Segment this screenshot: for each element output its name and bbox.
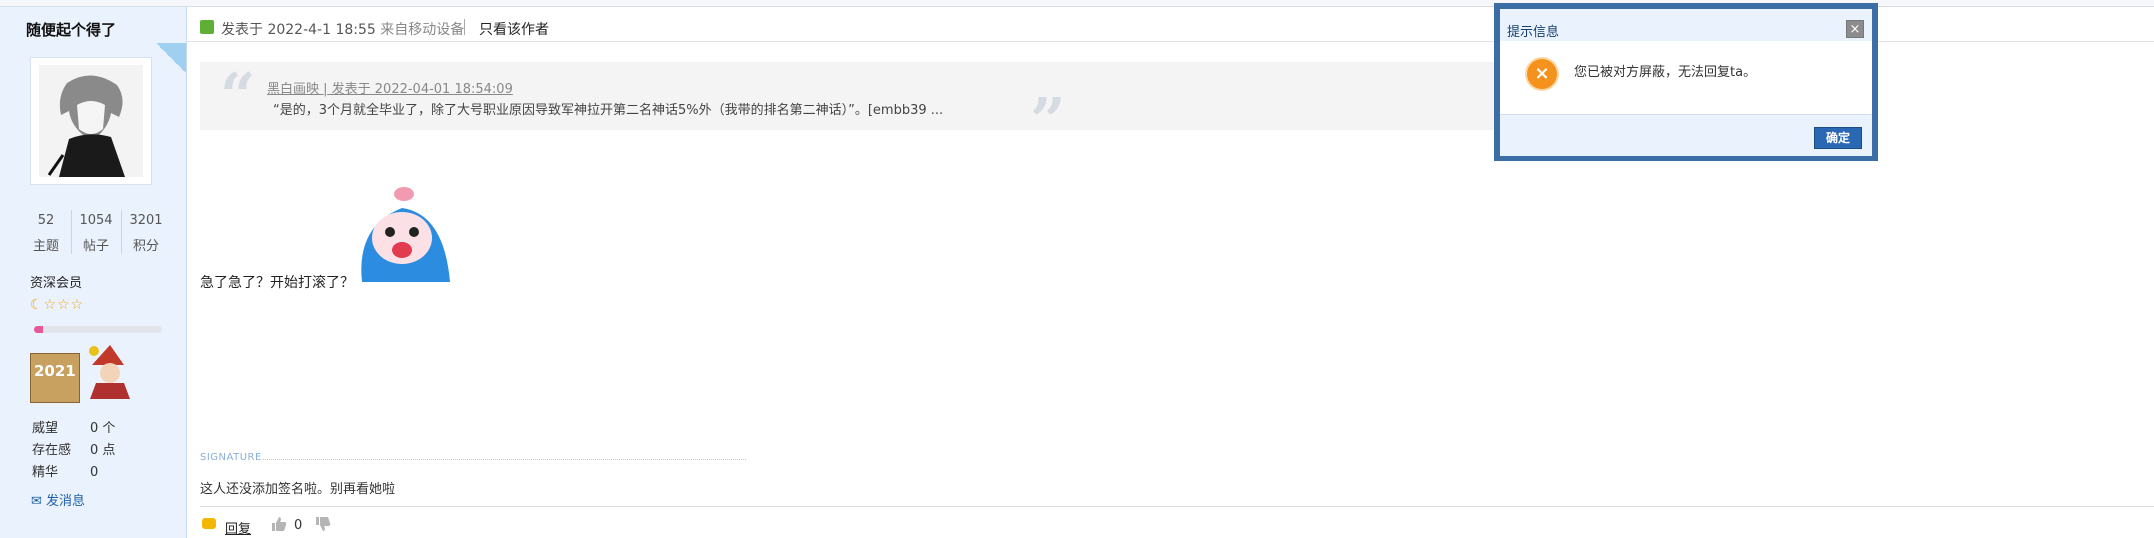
stat-threads-value: 52 [37, 213, 55, 228]
quote-open-icon: “ [220, 59, 256, 132]
avatar[interactable] [30, 57, 152, 185]
info-digest-value: 0 [90, 465, 99, 480]
sticker-emoji-image [352, 186, 460, 286]
signature-text: 这人还没添加签名啦。别再看她啦 [200, 482, 396, 497]
stat-posts[interactable]: 1054 帖子 [72, 204, 120, 260]
envelope-icon: ✉ [31, 494, 42, 509]
level-progress-fill [34, 326, 43, 333]
dialog-footer: 确定 [1500, 114, 1872, 156]
info-presence: 存在感 0 点 [32, 439, 115, 458]
alert-dialog: 提示信息 × × 您已被对方屏蔽，无法回复ta。 确定 [1494, 3, 1878, 161]
member-level[interactable]: 资深会员 [30, 272, 82, 291]
stat-posts-value: 1054 [79, 213, 113, 228]
dialog-title: 提示信息 [1507, 25, 1560, 40]
author-name[interactable]: 随便起个得了 [26, 19, 116, 40]
post-device: 来自移动设备 [380, 22, 465, 38]
level-stars-icon: ☾☆☆☆ [30, 297, 85, 313]
thumbs-up-icon[interactable] [271, 516, 287, 532]
avatar-image [39, 65, 143, 177]
author-sidebar: 随便起个得了 52 主题 1054 帖子 3201 积分 资深会员 ☾☆☆☆ 2… [0, 7, 187, 538]
quote-text: “是的，3个月就全毕业了，除了大号职业原因导致军神拉开第二名神话5%外（我带的排… [273, 103, 944, 118]
stat-points-label: 积分 [132, 239, 159, 254]
dialog-message: 您已被对方屏蔽，无法回复ta。 [1574, 65, 1757, 80]
reply-icon[interactable] [202, 518, 216, 529]
post-timestamp: 发表于 2022-4-1 18:55 [221, 22, 376, 38]
medal-2021-icon[interactable]: 2021 [30, 353, 80, 403]
stat-posts-label: 帖子 [82, 239, 109, 254]
online-status-icon [200, 20, 214, 34]
corner-badge-icon [156, 43, 186, 73]
error-icon: × [1525, 57, 1559, 91]
post-time: 发表于 2022-4-1 18:55 来自移动设备 [221, 19, 464, 39]
signature-label: SIGNATURE [200, 452, 262, 463]
stat-threads[interactable]: 52 主题 [22, 204, 70, 260]
dialog-header: 提示信息 × [1500, 9, 1872, 41]
thumbs-down-icon[interactable] [315, 516, 331, 532]
signature-divider [263, 459, 746, 460]
info-presence-value: 0 点 [90, 443, 116, 458]
only-author-link[interactable]: 只看该作者 [479, 19, 549, 39]
info-presence-key: 存在感 [32, 443, 72, 458]
stat-threads-label: 主题 [32, 239, 59, 254]
author-stats: 52 主题 1054 帖子 3201 积分 [22, 204, 168, 260]
post-body: 急了急了？开始打滚了？ [200, 275, 354, 291]
info-digest-key: 精华 [32, 465, 59, 480]
divider [464, 19, 465, 35]
medal-text: 2021 [34, 362, 76, 380]
info-digest: 精华 0 [32, 461, 98, 480]
quote-meta-link[interactable]: 黑白画映 | 发表于 2022-04-01 18:54:09 [267, 78, 513, 97]
send-message-link[interactable]: ✉ 发消息 [31, 490, 85, 509]
reply-button[interactable]: 回复 [225, 518, 251, 537]
stat-points-value: 3201 [129, 213, 163, 228]
level-progress-bar [34, 326, 162, 333]
medal-witch-icon[interactable] [84, 343, 134, 401]
close-icon[interactable]: × [1846, 20, 1864, 38]
like-count: 0 [294, 518, 303, 533]
footer-divider [200, 506, 2154, 507]
info-prestige-key: 威望 [32, 421, 59, 436]
ok-button[interactable]: 确定 [1814, 127, 1862, 149]
send-message-label: 发消息 [46, 494, 86, 509]
info-prestige-value: 0 个 [90, 421, 116, 436]
quote-close-icon: ” [1030, 84, 1066, 157]
quote-block: “ 黑白画映 | 发表于 2022-04-01 18:54:09 “是的，3个月… [200, 59, 1500, 157]
info-prestige: 威望 0 个 [32, 417, 115, 436]
stat-points[interactable]: 3201 积分 [122, 204, 170, 260]
